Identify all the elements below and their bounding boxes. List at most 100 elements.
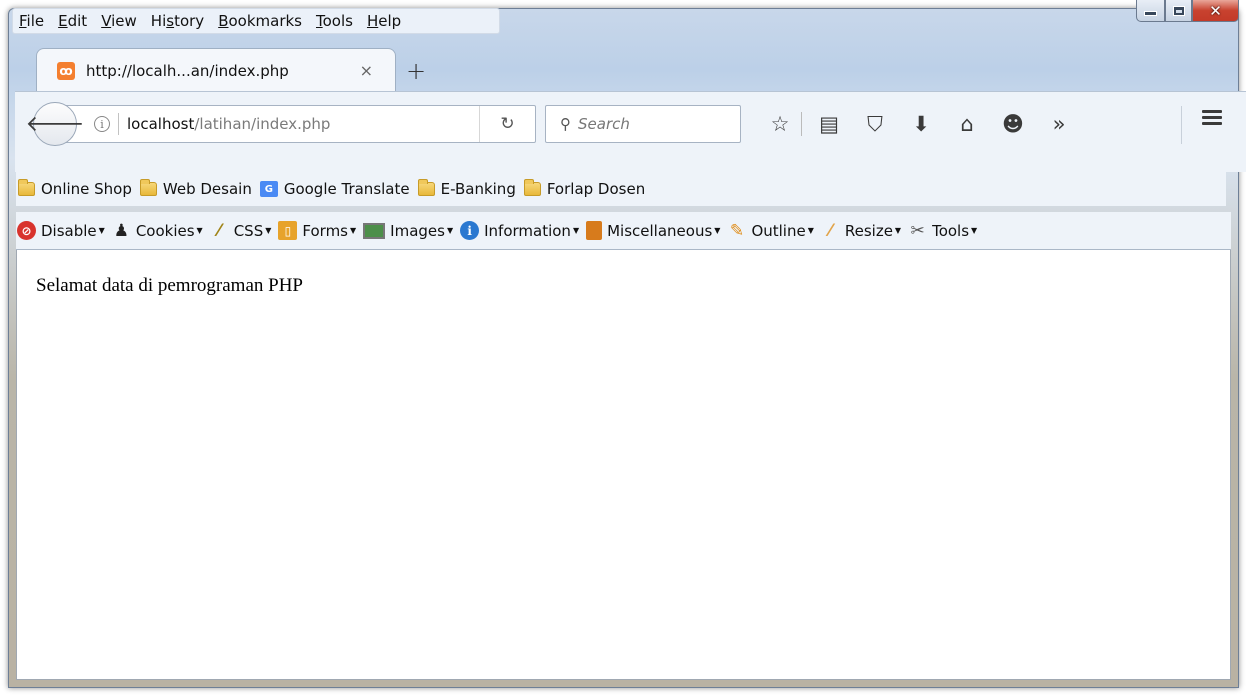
folder-icon: [139, 179, 157, 196]
dropdown-caret-icon: ▼: [894, 226, 902, 235]
bookmark-online-shop[interactable]: Online Shop: [18, 179, 132, 198]
toolbar-icons: ☆ ▤ ⛉ ⬇ ⌂ ☻ »: [763, 107, 1082, 141]
reload-button[interactable]: ↻: [479, 106, 535, 142]
tools-icon: ✂: [910, 220, 925, 241]
dev-menu-label: Disable: [41, 221, 97, 240]
pocket-icon[interactable]: ⛉: [852, 112, 898, 137]
url-divider: [118, 113, 119, 135]
menu-history[interactable]: History: [151, 12, 204, 30]
search-input[interactable]: ⚲ Search: [545, 105, 741, 143]
dev-menu-label: Miscellaneous: [607, 221, 713, 240]
maximize-button[interactable]: [1165, 0, 1192, 22]
folder-icon: [417, 179, 435, 196]
minimize-icon: [1144, 11, 1157, 16]
folder-icon: [18, 179, 35, 196]
window-controls: ✕: [1136, 0, 1239, 22]
bookmark-label: Web Desain: [162, 180, 252, 198]
menu-view[interactable]: View: [101, 12, 137, 30]
dev-menu-label: Cookies: [135, 221, 195, 240]
dropdown-caret-icon: ▼: [98, 226, 105, 235]
dev-menu-label: Information: [484, 221, 571, 240]
star-icon[interactable]: ☆: [763, 112, 797, 136]
resize-icon: ⁄: [828, 220, 832, 241]
hello-icon[interactable]: ☻: [990, 112, 1036, 136]
disable-icon: ⊘: [17, 221, 36, 240]
close-icon: ✕: [1209, 1, 1222, 20]
reload-icon: ↻: [500, 114, 515, 134]
minimize-button[interactable]: [1136, 0, 1165, 22]
dropdown-caret-icon: ▼: [572, 226, 580, 235]
menu-bookmarks[interactable]: Bookmarks: [218, 12, 302, 30]
dev-information-menu[interactable]: i Information ▼: [460, 221, 579, 240]
search-icon: ⚲: [560, 115, 571, 133]
dev-menu-label: CSS: [233, 221, 264, 240]
bookmark-label: Google Translate: [283, 180, 410, 198]
tab-title: http://localh...an/index.php: [86, 61, 289, 80]
dev-outline-menu[interactable]: ✎ Outline ▼: [727, 220, 814, 241]
url-path: /latihan/index.php: [194, 115, 331, 133]
google-translate-icon: G: [259, 181, 278, 197]
back-button[interactable]: 🡐: [26, 102, 85, 146]
bookmark-e-banking[interactable]: E-Banking: [417, 179, 516, 198]
bookmark-label: Online Shop: [41, 180, 132, 198]
dev-menu-label: Resize: [844, 221, 893, 240]
close-window-button[interactable]: ✕: [1192, 0, 1239, 22]
dropdown-caret-icon: ▼: [350, 226, 357, 235]
cookies-icon: ♟: [113, 220, 129, 241]
dev-miscellaneous-menu[interactable]: Miscellaneous ▼: [586, 221, 720, 240]
forms-icon: ▯: [278, 221, 298, 240]
dev-images-menu[interactable]: Images ▼: [363, 222, 453, 240]
folder-icon: [523, 179, 541, 196]
dropdown-caret-icon: ▼: [807, 226, 814, 235]
miscellaneous-icon: [586, 221, 603, 240]
dropdown-caret-icon: ▼: [971, 226, 978, 235]
back-arrow-icon: 🡐: [25, 112, 85, 137]
url-host: localhost: [127, 115, 195, 133]
dropdown-caret-icon: ▼: [714, 226, 721, 235]
menu-file[interactable]: File: [19, 12, 44, 30]
dev-forms-menu[interactable]: ▯ Forms ▼: [278, 221, 356, 240]
dev-menu-label: Forms: [302, 221, 348, 240]
menu-tools[interactable]: Tools: [316, 12, 353, 30]
site-info-icon[interactable]: i: [94, 116, 110, 132]
bookmark-web-desain[interactable]: Web Desain: [139, 179, 252, 198]
outline-icon: ✎: [729, 220, 745, 241]
information-icon: i: [460, 221, 480, 240]
overflow-icon[interactable]: »: [1036, 112, 1082, 136]
url-bar[interactable]: i localhost/latihan/index.php ↻: [55, 105, 536, 143]
dev-resize-menu[interactable]: ⁄ Resize ▼: [821, 220, 902, 241]
css-icon: ⁄: [217, 220, 221, 241]
menu-divider: [1181, 106, 1182, 144]
dev-menu-label: Outline: [751, 221, 806, 240]
toolbar-divider: [801, 112, 802, 136]
dev-disable-menu[interactable]: ⊘ Disable ▼: [17, 221, 105, 240]
dev-css-menu[interactable]: ⁄ CSS ▼: [210, 220, 272, 241]
bookmark-google-translate[interactable]: G Google Translate: [259, 180, 410, 198]
dev-tools-menu[interactable]: ✂ Tools ▼: [908, 220, 978, 241]
dropdown-caret-icon: ▼: [446, 226, 454, 235]
bookmark-forlap-dosen[interactable]: Forlap Dosen: [523, 179, 645, 198]
bookmark-label: E-Banking: [440, 180, 516, 198]
tab-active[interactable]: ꝏ http://localh...an/index.php ×: [36, 48, 396, 92]
dev-cookies-menu[interactable]: ♟ Cookies ▼: [112, 220, 203, 241]
web-developer-toolbar: ⊘ Disable ▼ ♟ Cookies ▼ ⁄ CSS ▼ ▯ Forms ▼ Images…: [16, 212, 1231, 250]
menu-help[interactable]: Help: [367, 12, 401, 30]
dropdown-caret-icon: ▼: [265, 226, 272, 235]
bookmarks-toolbar: Online Shop Web Desain G Google Translate…: [16, 172, 1226, 206]
maximize-icon: [1172, 5, 1185, 16]
reading-list-icon[interactable]: ▤: [806, 112, 852, 136]
tab-close-icon[interactable]: ×: [360, 61, 373, 80]
new-tab-button[interactable]: +: [406, 57, 426, 85]
search-placeholder: Search: [578, 115, 630, 133]
dropdown-caret-icon: ▼: [196, 226, 203, 235]
menu-icon[interactable]: [1202, 107, 1222, 128]
menu-bar: File Edit View History Bookmarks Tools H…: [12, 8, 500, 34]
home-icon[interactable]: ⌂: [944, 112, 990, 136]
dev-menu-label: Images: [390, 221, 445, 240]
xampp-icon: ꝏ: [57, 61, 75, 80]
page-text: Selamat data di pemrograman PHP: [36, 275, 303, 296]
navigation-toolbar: 🡐 i localhost/latihan/index.php ↻ ⚲ Sear…: [15, 91, 1246, 172]
menu-edit[interactable]: Edit: [58, 12, 87, 30]
download-icon[interactable]: ⬇: [898, 112, 944, 136]
images-icon: [363, 222, 386, 239]
